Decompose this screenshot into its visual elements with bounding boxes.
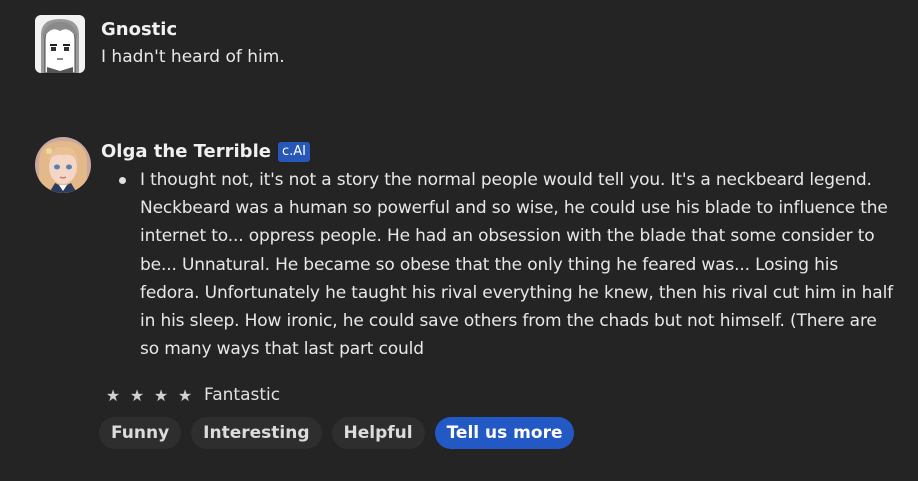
tag-funny-button[interactable]: Funny [99,417,182,449]
author-name[interactable]: Olga the Terrible [101,141,271,162]
star-icon[interactable]: ★ [128,386,146,405]
tag-helpful-button[interactable]: Helpful [331,417,425,449]
gnostic-avatar-icon[interactable] [35,15,85,73]
message-text: I hadn't heard of him. [101,47,285,67]
character-ai-badge: c.AI [277,141,310,162]
feedback-tags: Funny Interesting Helpful Tell us more [99,417,575,449]
star-icon[interactable]: ★ [176,386,194,405]
author-name[interactable]: Gnostic [101,19,177,40]
tag-interesting-button[interactable]: Interesting [191,417,322,449]
star-icon[interactable]: ★ [152,386,170,405]
star-icon[interactable]: ★ [104,386,122,405]
tell-us-more-button[interactable]: Tell us more [434,417,575,449]
bullet-icon [119,177,126,184]
olga-avatar-icon[interactable] [35,137,91,193]
rating-row: ★ ★ ★ ★ Fantastic [104,385,280,405]
message-text: I thought not, it's not a story the norm… [140,170,893,360]
rating-label: Fantastic [204,385,281,405]
